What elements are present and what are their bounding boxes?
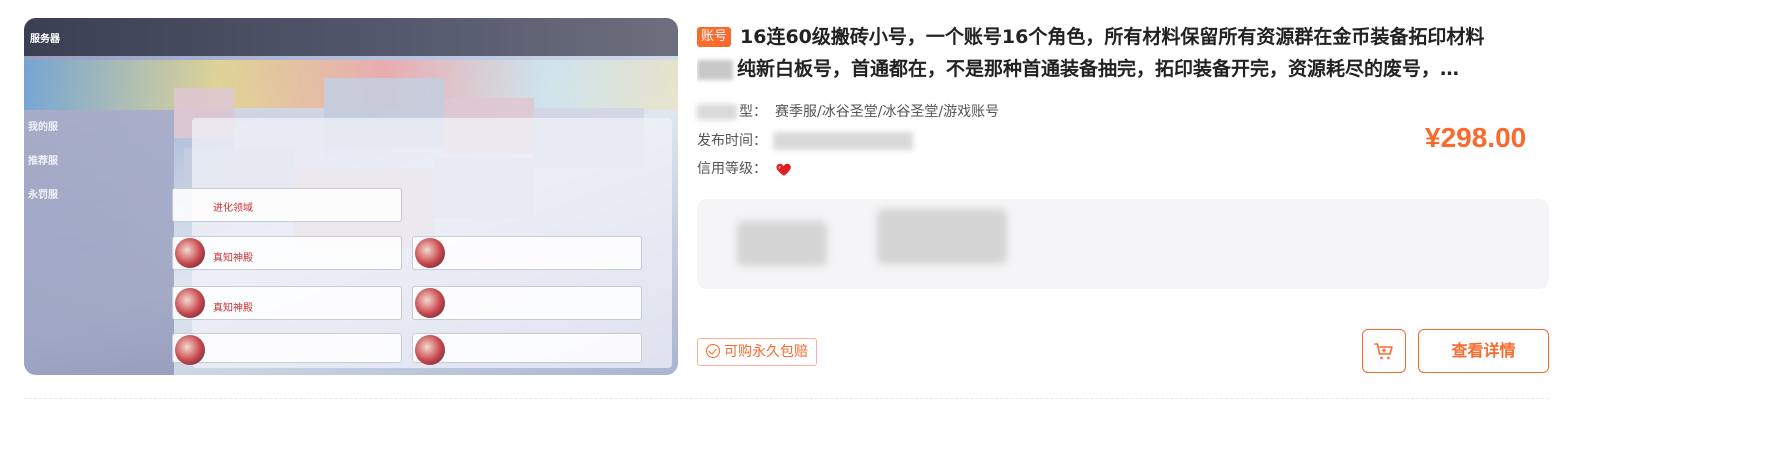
thumbnail-row	[412, 333, 642, 365]
thumbnail-row: 真知神殿	[172, 236, 402, 270]
listing-title-line1: 16连60级搬砖小号，一个账号16个角色，所有材料保留所有资源群在金币装备拓印材…	[740, 26, 1485, 48]
card-divider	[24, 398, 1549, 399]
redacted-text	[697, 104, 737, 120]
redacted-text	[773, 132, 913, 150]
thumbnail-row-label: 真知神殿	[213, 303, 253, 314]
listing-card[interactable]: 服务器 我的服 推荐服 永罚服 进化领域 真知神殿 真知神殿 账号 16连60级…	[0, 0, 1773, 456]
avatar	[175, 238, 205, 268]
game-type-row: 型： 赛季服/冰谷圣堂/冰谷圣堂/游戏账号	[697, 101, 999, 121]
thumbnail-row	[412, 286, 642, 320]
redacted-text	[737, 221, 827, 266]
seller-info-box	[697, 199, 1549, 289]
listing-title-line2-wrap[interactable]: 纯新白板号，首通都在，不是那种首通装备抽完，拓印装备开完，资源耗尽的废号，…	[697, 54, 1539, 84]
price: ¥298.00	[1425, 122, 1527, 153]
thumbnail-row	[412, 236, 642, 270]
publish-time-row: 发布时间：	[697, 130, 913, 150]
redacted-text	[877, 209, 1007, 264]
listing-thumbnail[interactable]: 服务器 我的服 推荐服 永罚服 进化领域 真知神殿 真知神殿	[24, 18, 678, 375]
thumbnail-row: 进化领域	[172, 188, 402, 222]
publish-time-label: 发布时间：	[697, 133, 767, 149]
avatar	[175, 288, 205, 318]
thumbnail-side-item: 推荐服	[28, 156, 58, 167]
thumbnail-side-item: 我的服	[28, 122, 58, 133]
avatar	[415, 288, 445, 318]
add-to-cart-button[interactable]	[1362, 329, 1406, 373]
thumbnail-sidebar: 我的服 推荐服 永罚服	[24, 110, 174, 375]
game-type-value: 赛季服/冰谷圣堂/冰谷圣堂/游戏账号	[775, 104, 1000, 120]
guarantee-badge: 可购永久包赔	[697, 338, 817, 366]
thumbnail-row: 真知神殿	[172, 286, 402, 320]
guarantee-label: 可购永久包赔	[724, 344, 808, 360]
cart-icon	[1374, 343, 1393, 360]
thumbnail-row	[172, 333, 402, 365]
heart-icon	[776, 163, 792, 176]
thumbnail-topbar-text: 服务器	[30, 34, 60, 45]
account-tag-badge: 账号	[697, 27, 732, 47]
listing-title[interactable]: 16连60级搬砖小号，一个账号16个角色，所有材料保留所有资源群在金币装备拓印材…	[740, 22, 1550, 52]
thumbnail-topbar: 服务器	[24, 18, 678, 56]
avatar	[415, 238, 445, 268]
game-type-label: 型：	[739, 104, 767, 120]
listing-title-line2: 纯新白板号，首通都在，不是那种首通装备抽完，拓印装备开完，资源耗尽的废号，…	[737, 58, 1460, 80]
redacted-text	[697, 59, 733, 80]
credit-level-row: 信用等级：	[697, 158, 793, 178]
avatar	[175, 335, 205, 365]
credit-level-label: 信用等级：	[697, 161, 767, 177]
view-details-button[interactable]: 查看详情	[1418, 329, 1549, 373]
thumbnail-side-item: 永罚服	[28, 190, 58, 201]
avatar	[415, 335, 445, 365]
check-circle-icon	[706, 344, 720, 358]
thumbnail-row-label: 进化领域	[213, 203, 253, 214]
thumbnail-row-label: 真知神殿	[213, 253, 253, 264]
